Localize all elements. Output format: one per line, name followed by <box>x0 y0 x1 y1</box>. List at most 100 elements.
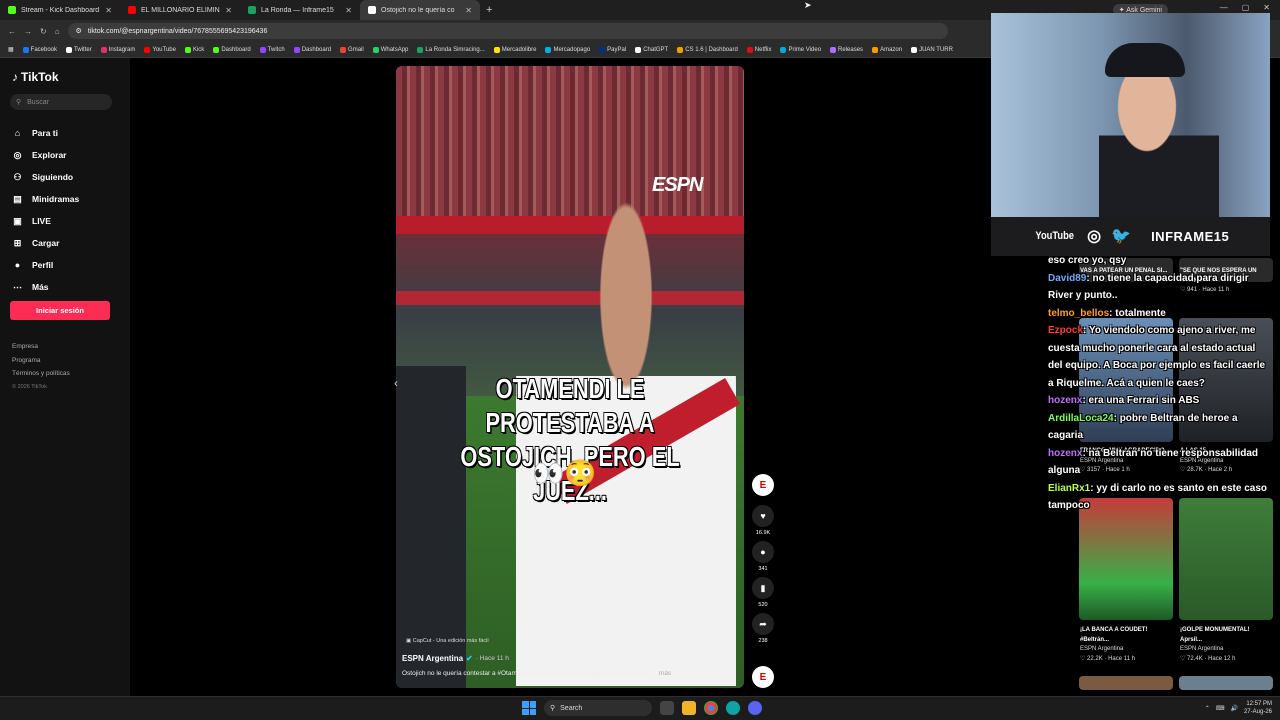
clock[interactable]: 12:57 PM 27-Aug-26 <box>1244 700 1272 716</box>
home-icon[interactable]: ⌂ <box>55 27 60 36</box>
related-thumbnail[interactable] <box>1179 676 1273 690</box>
author-avatar[interactable]: E <box>750 474 776 496</box>
file-explorer-icon[interactable] <box>682 701 696 715</box>
bookmark-item[interactable]: Instagram <box>100 46 135 53</box>
related-info: ¡GOLPE MONUMENTAL! Aprsil... ESPN Argenti… <box>1180 626 1272 664</box>
bookmark-icon <box>545 46 552 53</box>
streamer-socials: YouTube ◎ 🐦 INFRAME15 <box>991 223 1270 249</box>
tiktok-logo[interactable]: ♪ TikTok <box>12 70 59 84</box>
comment-button[interactable]: ● 341 <box>750 541 776 572</box>
chat-username[interactable]: ArdillaLoca24 <box>1048 413 1114 424</box>
related-title[interactable]: ¡GOLPE MONUMENTAL! Aprsil... <box>1180 626 1272 645</box>
chat-username[interactable]: David89 <box>1048 273 1086 284</box>
network-icon[interactable]: ⌨ <box>1216 705 1225 712</box>
bookmark-item[interactable]: Dashboard <box>213 46 251 53</box>
taskbar-search[interactable]: ⚲ Search <box>544 700 652 716</box>
bookmark-item[interactable]: WhatsApp <box>372 46 408 53</box>
chat-username[interactable]: hozenx <box>1048 395 1082 406</box>
task-view-icon[interactable] <box>660 701 674 715</box>
bookmark-item[interactable]: ChatGPT <box>635 46 668 53</box>
bookmark-item[interactable]: Netflix <box>746 46 771 53</box>
related-thumbnail[interactable] <box>1179 498 1273 620</box>
like-button[interactable]: ♥ 16.9K <box>750 505 776 536</box>
sidebar-item-perfil[interactable]: ● Perfil <box>12 254 79 276</box>
bookmark-item[interactable]: Twitch <box>259 46 285 53</box>
more-link[interactable]: más <box>659 670 671 677</box>
chat-username[interactable]: telmo_bellos <box>1048 308 1109 319</box>
chat-username[interactable]: hozenx <box>1048 448 1082 459</box>
bookmark-item[interactable]: Mercadolibre <box>493 46 536 53</box>
sidebar-item-siguiendo[interactable]: ⚇ Siguiendo <box>12 166 79 188</box>
windows-start-icon[interactable] <box>522 701 536 715</box>
bookmark-item[interactable]: Dashboard <box>293 46 331 53</box>
video-player[interactable]: ESPN OTAMENDI LE PROTESTABA A OSTOJICH, … <box>396 66 744 688</box>
site-info-icon[interactable]: ⚙ <box>76 27 82 35</box>
tab-youtube-video[interactable]: EL MILLONARIO ELIMINADO E ✕ <box>120 0 240 20</box>
sidebar-item-m-s[interactable]: ⋯ Más <box>12 276 79 298</box>
maximize-icon[interactable]: ▢ <box>1242 3 1250 12</box>
capcut-label[interactable]: ▣ CapCut - Una edición más fácil <box>406 638 489 644</box>
reload-icon[interactable]: ↻ <box>40 27 47 36</box>
url-field[interactable]: ⚙ tiktok.com/@espnargentina/video/767855… <box>67 23 948 39</box>
back-icon[interactable]: ← <box>8 27 16 36</box>
save-button[interactable]: ▮ 520 <box>750 577 776 608</box>
streamer-handle: INFRAME15 <box>1151 228 1230 244</box>
sidebar-item-live[interactable]: ▣ LIVE <box>12 210 79 232</box>
footer-link-terminos[interactable]: Términos y políticas <box>12 367 70 381</box>
tab-label: La Ronda — Inframe15 <box>261 6 334 14</box>
related-author[interactable]: ESPN Argentina <box>1180 645 1272 655</box>
chrome-icon[interactable] <box>704 701 718 715</box>
tab-kick-dashboard[interactable]: Stream - Kick Dashboard ✕ <box>0 0 120 20</box>
volume-icon[interactable]: 🔊 <box>1230 705 1237 712</box>
close-window-icon[interactable]: ✕ <box>1263 3 1270 12</box>
bookmark-item[interactable]: JUAN TURR <box>911 46 953 53</box>
sound-avatar[interactable]: E <box>752 666 774 688</box>
related-title[interactable]: ¡LA BANCA A COUDET! #Beltrán... <box>1080 626 1172 645</box>
sidebar-item-explorar[interactable]: ◎ Explorar <box>12 144 79 166</box>
related-thumbnail[interactable] <box>1079 498 1173 620</box>
footer-link-empresa[interactable]: Empresa <box>12 340 70 354</box>
minimize-icon[interactable]: — <box>1220 3 1228 12</box>
chat-message: Ezpock: Yo viendolo como ajeno a river, … <box>1048 322 1268 392</box>
author-name[interactable]: ESPN Argentina <box>402 654 463 663</box>
login-button[interactable]: Iniciar sesión <box>10 301 110 320</box>
bookmark-item[interactable]: La Ronda Simracing... <box>417 46 485 53</box>
related-thumbnail[interactable] <box>1079 676 1173 690</box>
bookmark-item[interactable]: Mercadopago <box>545 46 590 53</box>
tab-tiktok-video[interactable]: Ostojich no le quería co ✕ <box>360 0 480 20</box>
tab-la-ronda[interactable]: La Ronda — Inframe15 ✕ <box>240 0 360 20</box>
related-author[interactable]: ESPN Argentina <box>1080 645 1172 655</box>
chevron-up-icon[interactable]: ⌃ <box>1205 705 1210 712</box>
caption-emoji: 👀😳 <box>532 458 597 488</box>
close-icon[interactable]: ✕ <box>345 6 352 15</box>
apps-icon[interactable]: ▦ <box>8 46 14 53</box>
edge-icon[interactable] <box>726 701 740 715</box>
close-icon[interactable]: ✕ <box>465 6 472 15</box>
bookmark-label: Prime Video <box>788 46 822 53</box>
chevron-left-icon[interactable]: ‹ <box>394 376 398 390</box>
bookmark-item[interactable]: YouTube <box>144 46 176 53</box>
bookmark-item[interactable]: Facebook <box>22 46 57 53</box>
chat-username[interactable]: Ezpock <box>1048 325 1083 336</box>
search-input[interactable]: ⚲ Buscar <box>10 94 112 110</box>
bookmark-item[interactable]: Gmail <box>340 46 364 53</box>
bookmark-item[interactable]: Releases <box>830 46 863 53</box>
bookmark-item[interactable]: PayPal <box>599 46 626 53</box>
close-icon[interactable]: ✕ <box>105 6 112 15</box>
close-icon[interactable]: ✕ <box>225 6 232 15</box>
forward-icon[interactable]: → <box>24 27 32 36</box>
bookmark-item[interactable]: CS 1.6 | Dashboard <box>677 46 738 53</box>
bookmark-item[interactable]: Prime Video <box>780 46 822 53</box>
footer-link-programa[interactable]: Programa <box>12 354 70 368</box>
new-tab-icon[interactable]: + <box>480 4 498 16</box>
share-button[interactable]: ➦ 238 <box>750 613 776 644</box>
discord-icon[interactable] <box>748 701 762 715</box>
sidebar-item-minidramas[interactable]: ▤ Minidramas <box>12 188 79 210</box>
bookmark-item[interactable]: Kick <box>184 46 204 53</box>
bookmark-item[interactable]: Twitter <box>66 46 92 53</box>
chat-username[interactable]: ElianRx1 <box>1048 483 1090 494</box>
sidebar-item-para-ti[interactable]: ⌂ Para ti <box>12 122 79 144</box>
sidebar-item-cargar[interactable]: ⊞ Cargar <box>12 232 79 254</box>
bookmark-item[interactable]: Amazon <box>872 46 902 53</box>
video-author[interactable]: ESPN Argentina ✔ · Hace 11 h <box>402 654 509 663</box>
